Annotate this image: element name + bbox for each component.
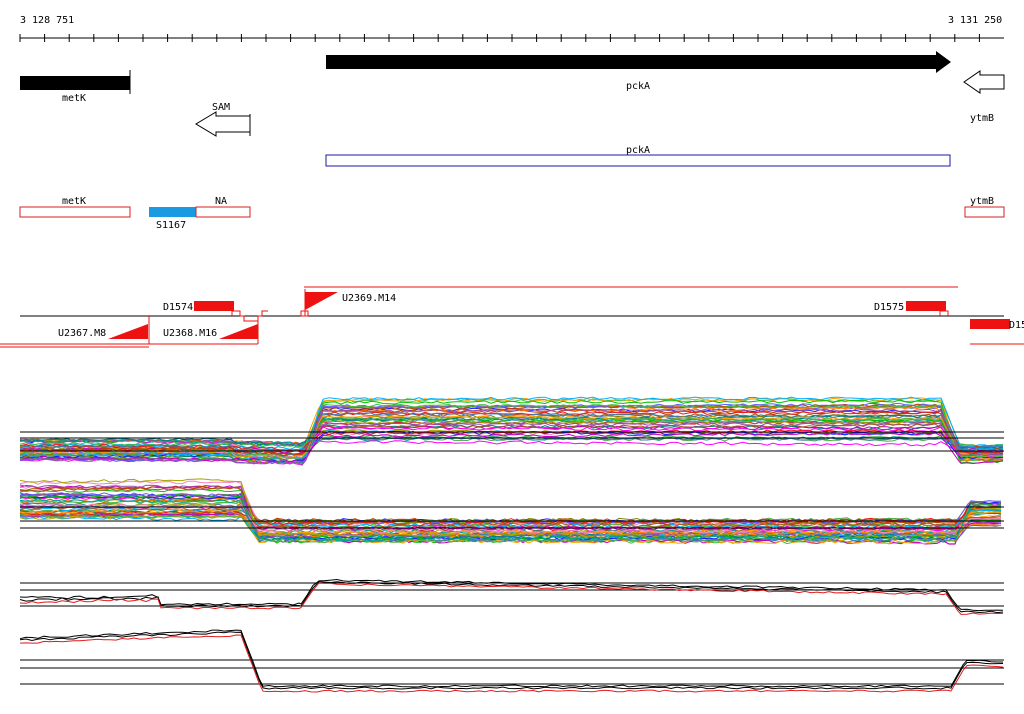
summary-line-reverse-c [19,634,1004,693]
gene-ytmB-label: ytmB [970,113,994,124]
transcript-ytmB-box[interactable] [964,206,1005,218]
feature-U2369-flag[interactable] [305,292,338,310]
summary-profile-forward [19,578,1004,615]
summary-line-forward-c [19,582,1004,615]
profile-line-forward [19,431,1004,465]
transcript-pckA-box[interactable] [325,154,951,167]
summary-profile-reverse [19,629,1004,693]
gene-metK-block[interactable] [20,76,130,90]
transcript-track: pckA metK NA S1167 ytmB [19,145,1005,231]
gene-SAM-label: SAM [212,102,230,113]
expression-profiles-reverse [19,478,1004,545]
genome-browser-view: 3 128 751 3 131 250 metK pckA SAM ytmB p… [0,15,1024,693]
feature-U2369-label: U2369.M14 [342,293,396,304]
transcript-NA-label: NA [215,196,227,207]
gene-pckA-label: pckA [626,81,650,92]
ruler-start-label: 3 128 751 [20,15,74,26]
summary-line-reverse-a [19,629,1003,688]
feature-U2367-flag[interactable] [108,324,148,339]
feature-U2367-label: U2367.M8 [58,328,106,339]
transcript-S1167-box[interactable] [149,207,196,217]
expression-profiles-forward [19,396,1004,466]
feature-U2368-flag[interactable] [219,324,258,339]
feature-D1575-box[interactable] [906,301,946,311]
transcript-S1167-label: S1167 [156,220,186,231]
gene-ytmB-arrow[interactable] [963,70,1005,94]
gene-track: metK pckA SAM ytmB [20,51,1005,137]
gene-SAM-arrow[interactable] [195,111,251,137]
feature-track: D1574 U2369.M14 D1575 U2367.M8 U2368.M16… [0,286,1024,348]
feature-U2368-label: U2368.M16 [163,328,217,339]
feature-D1575-label: D1575 [874,302,904,313]
transcript-metK-label: metK [62,196,86,207]
transcript-NA-box[interactable] [195,206,251,218]
feature-D15-label: D15 [1009,320,1024,331]
transcript-pckA-label: pckA [626,145,650,156]
gene-metK-label: metK [62,93,86,104]
summary-line-forward-b [19,581,1004,614]
feature-D1574-label: D1574 [163,302,193,313]
feature-D1574-box[interactable] [194,301,234,311]
transcript-ytmB-label: ytmB [970,196,994,207]
coordinate-ruler: 3 128 751 3 131 250 [19,15,1004,42]
feature-D15-box[interactable] [970,319,1010,329]
gene-pckA-arrow[interactable] [326,51,951,73]
ruler-end-label: 3 131 250 [948,15,1002,26]
transcript-metK-box[interactable] [19,206,131,218]
